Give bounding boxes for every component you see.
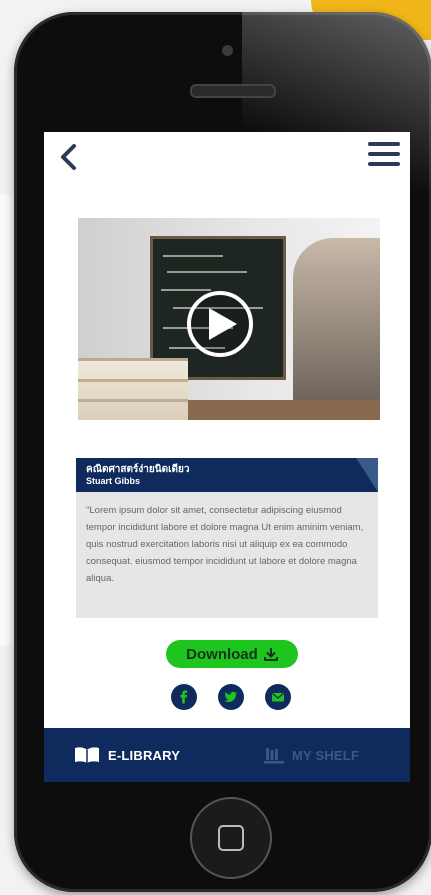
nav-my-shelf[interactable]: MY SHELF bbox=[232, 728, 410, 782]
top-bar bbox=[44, 132, 410, 184]
facebook-share-button[interactable] bbox=[171, 684, 197, 710]
bottom-navigation: E-LIBRARY MY SHELF bbox=[44, 728, 410, 782]
video-player[interactable] bbox=[78, 218, 380, 420]
email-icon bbox=[272, 692, 284, 702]
nav-e-library[interactable]: E-LIBRARY bbox=[44, 728, 224, 782]
video-thumbnail-teacher bbox=[293, 238, 380, 400]
download-label: Download bbox=[186, 645, 258, 663]
app-screen: คณิตศาสตร์ง่ายนิดเดียว Stuart Gibbs "Lor… bbox=[44, 132, 410, 782]
twitter-share-button[interactable] bbox=[218, 684, 244, 710]
book-info-header: คณิตศาสตร์ง่ายนิดเดียว Stuart Gibbs bbox=[76, 458, 378, 492]
facebook-icon bbox=[180, 690, 188, 704]
chevron-left-icon[interactable] bbox=[56, 142, 82, 172]
book-description: "Lorem ipsum dolor sit amet, consectetur… bbox=[76, 492, 378, 618]
open-book-icon bbox=[75, 747, 99, 763]
bookshelf-icon bbox=[264, 748, 284, 764]
home-button-icon bbox=[218, 825, 244, 851]
nav-e-library-label: E-LIBRARY bbox=[108, 747, 181, 763]
hamburger-menu-icon[interactable] bbox=[368, 142, 400, 170]
play-button[interactable] bbox=[187, 291, 253, 357]
video-thumbnail-books bbox=[78, 358, 188, 420]
nav-my-shelf-label: MY SHELF bbox=[292, 747, 360, 763]
email-share-button[interactable] bbox=[265, 684, 291, 710]
home-button[interactable] bbox=[190, 797, 272, 879]
download-icon bbox=[263, 648, 278, 661]
play-icon bbox=[209, 308, 237, 340]
twitter-icon bbox=[224, 691, 237, 703]
front-camera bbox=[222, 45, 233, 56]
book-title: คณิตศาสตร์ง่ายนิดเดียว bbox=[86, 464, 190, 475]
download-button[interactable]: Download bbox=[166, 640, 298, 668]
video-thumbnail-desk bbox=[188, 400, 380, 420]
book-author: Stuart Gibbs bbox=[86, 476, 141, 486]
earpiece-speaker bbox=[190, 84, 276, 98]
